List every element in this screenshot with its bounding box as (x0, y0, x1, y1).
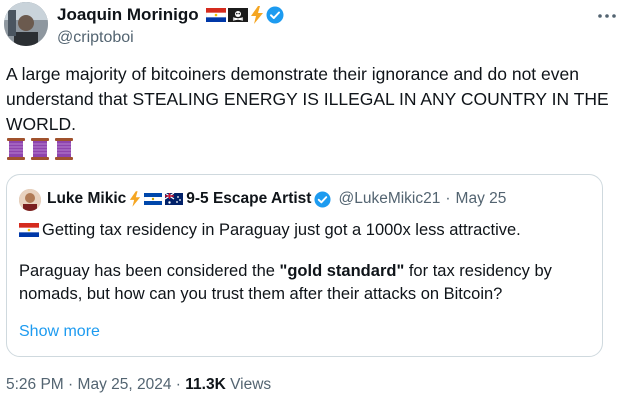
paraguay-flag-icon (205, 8, 226, 22)
quoted-text: Getting tax residency in Paraguay just g… (19, 219, 594, 306)
quoted-author-avatar[interactable] (19, 189, 41, 211)
author-name-row[interactable]: Joaquin Morinigo (57, 5, 284, 25)
tweet-date[interactable]: May 25, 2024 (78, 376, 172, 393)
quoted-line-2: Paraguay has been considered the "gold s… (19, 260, 594, 306)
quoted-header: Luke Mikic 9-5 Escape Artist @LukeMikic2… (47, 190, 506, 208)
spool-icon (31, 138, 49, 160)
more-dots-icon (598, 14, 616, 18)
emoji-row (6, 138, 74, 160)
quoted-tweet-card[interactable]: Luke Mikic 9-5 Escape Artist @LukeMikic2… (6, 174, 603, 357)
el-salvador-flag-icon (144, 193, 163, 205)
views-count[interactable]: 11.3K (185, 376, 226, 393)
quoted-line-1: Getting tax residency in Paraguay just g… (19, 219, 594, 242)
show-more-link[interactable]: Show more (19, 323, 100, 341)
quoted-author-suffix[interactable]: 9-5 Escape Artist (186, 190, 311, 208)
australia-flag-icon (165, 193, 184, 205)
tweet-text: A large majority of bitcoiners demonstra… (6, 64, 609, 134)
more-options-button[interactable] (595, 6, 619, 26)
author-avatar[interactable] (4, 2, 48, 46)
pirate-flag-icon (227, 8, 248, 22)
lightning-icon (130, 191, 141, 207)
quoted-separator: · (445, 190, 451, 207)
tweet-time[interactable]: 5:26 PM (6, 376, 64, 393)
quoted-line-2-bold: "gold standard" (279, 262, 405, 280)
quoted-date[interactable]: May 25 (456, 190, 507, 208)
tweet-meta: 5:26 PM · May 25, 2024 · 11.3K Views (6, 376, 271, 394)
verified-badge-icon (266, 6, 284, 24)
quoted-line-2-pre: Paraguay has been considered the (19, 262, 280, 280)
tweet: Joaquin Morinigo @criptoboi A large majo… (0, 0, 637, 409)
lightning-icon (250, 6, 263, 24)
author-name[interactable]: Joaquin Morinigo (57, 5, 199, 25)
views-label: Views (230, 376, 272, 393)
paraguay-flag-icon (19, 223, 39, 237)
quoted-author-handle[interactable]: @LukeMikic21 (338, 190, 440, 208)
spool-icon (7, 138, 25, 160)
meta-separator-2: · (175, 376, 181, 393)
verified-badge-icon (314, 190, 331, 208)
quoted-line-1-text: Getting tax residency in Paraguay just g… (42, 221, 521, 239)
quoted-author-name[interactable]: Luke Mikic (47, 190, 126, 208)
spool-icon (55, 138, 73, 160)
meta-separator-1: · (68, 376, 74, 393)
quoted-spacer (19, 242, 594, 260)
author-handle[interactable]: @criptoboi (57, 29, 134, 47)
